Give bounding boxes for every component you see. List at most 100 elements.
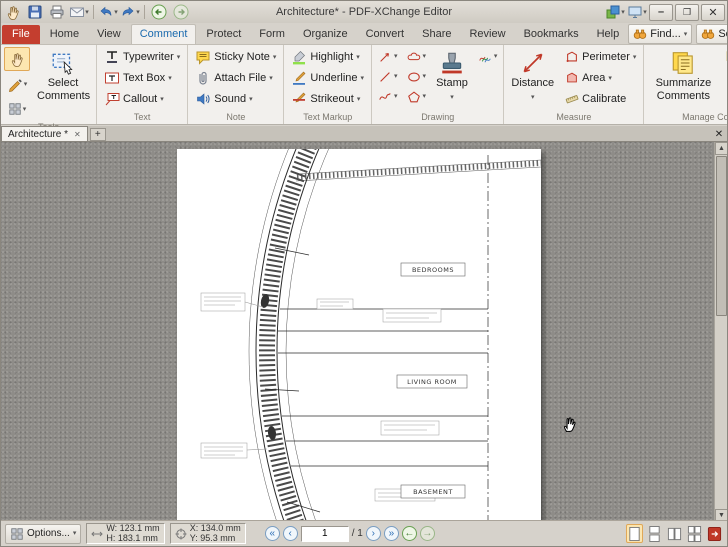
full-screen-button[interactable] [706, 524, 723, 543]
history-forward-button[interactable] [419, 526, 435, 541]
maximize-button[interactable] [675, 3, 699, 21]
dropdown-arrow-icon[interactable] [684, 31, 688, 38]
dropdown-arrow-icon[interactable] [394, 93, 398, 100]
next-page-button[interactable] [365, 526, 381, 541]
tab-share[interactable]: Share [414, 25, 459, 44]
scrollbar-thumb[interactable] [716, 156, 727, 316]
highlight-button[interactable]: Highlight [287, 47, 368, 67]
tab-review[interactable]: Review [461, 25, 513, 44]
stamp-button[interactable]: Stamp [432, 47, 472, 105]
dropdown-arrow-icon[interactable] [168, 75, 172, 82]
dropdown-arrow-icon[interactable] [531, 94, 535, 101]
dropdown-arrow-icon[interactable] [357, 96, 361, 103]
document-canvas[interactable]: BEDROOMS LIVING ROOM BASEMENT [1, 142, 727, 522]
callout-button[interactable]: Callout [100, 89, 184, 109]
tab-comment[interactable]: Comment [130, 24, 197, 44]
options-button[interactable]: Options... [5, 523, 82, 544]
dropdown-arrow-icon[interactable] [423, 93, 427, 100]
print-icon[interactable] [47, 3, 67, 21]
oval-shape-button[interactable] [404, 67, 430, 86]
underline-button[interactable]: Underline [287, 68, 368, 88]
calibrate-button[interactable]: Calibrate [561, 89, 640, 109]
polygon-shape-button[interactable] [404, 87, 430, 106]
nav-back-icon[interactable] [149, 3, 169, 21]
scribble-shape-button[interactable] [375, 87, 401, 106]
vertical-scrollbar[interactable] [714, 142, 727, 522]
dropdown-arrow-icon[interactable] [177, 54, 181, 61]
continuous-view-button[interactable] [646, 524, 663, 543]
attach-file-button[interactable]: Attach File [191, 68, 280, 88]
tab-form[interactable]: Form [251, 25, 293, 44]
ui-layout-icon[interactable] [605, 3, 625, 21]
find-button[interactable]: Find... [628, 24, 693, 44]
dropdown-arrow-icon[interactable] [643, 9, 647, 16]
dropdown-arrow-icon[interactable] [450, 94, 454, 101]
copy-comments-button[interactable] [722, 47, 727, 67]
email-icon[interactable] [69, 3, 89, 21]
dropdown-arrow-icon[interactable] [608, 75, 612, 82]
sticky-note-button[interactable]: Sticky Note [191, 47, 280, 67]
strikeout-button[interactable]: Strikeout [287, 89, 368, 109]
dropdown-arrow-icon[interactable] [160, 96, 164, 103]
document-tab[interactable]: Architecture * [1, 126, 88, 141]
dropdown-arrow-icon[interactable] [494, 53, 498, 60]
tab-bookmarks[interactable]: Bookmarks [516, 25, 587, 44]
monitor-icon[interactable] [627, 3, 647, 21]
sound-button[interactable]: Sound [191, 89, 280, 109]
dropdown-arrow-icon[interactable] [73, 530, 77, 537]
typewriter-button[interactable]: Typewriter [100, 47, 184, 67]
more-tools-button[interactable] [4, 97, 30, 121]
dropdown-arrow-icon[interactable] [621, 9, 625, 16]
dropdown-arrow-icon[interactable] [85, 9, 89, 16]
pdf-page[interactable]: BEDROOMS LIVING ROOM BASEMENT [177, 149, 541, 522]
tab-view[interactable]: View [89, 25, 129, 44]
stylus-tool-button[interactable] [4, 72, 30, 96]
tab-home[interactable]: Home [42, 25, 87, 44]
dropdown-arrow-icon[interactable] [249, 96, 253, 103]
search-button[interactable]: Search... [696, 24, 727, 44]
dropdown-arrow-icon[interactable] [394, 73, 398, 80]
redo-icon[interactable] [120, 3, 140, 21]
dropdown-arrow-icon[interactable] [423, 73, 427, 80]
cloud-shape-button[interactable] [404, 47, 430, 66]
dropdown-arrow-icon[interactable] [23, 106, 27, 113]
tab-help[interactable]: Help [589, 25, 628, 44]
tab-file[interactable]: File [2, 25, 40, 44]
page-number-input[interactable] [300, 525, 349, 542]
perimeter-button[interactable]: Perimeter [561, 47, 640, 67]
arrow-shape-button[interactable] [375, 47, 401, 66]
area-button[interactable]: Area [561, 68, 640, 88]
dropdown-arrow-icon[interactable] [361, 75, 365, 82]
dropdown-arrow-icon[interactable] [394, 53, 398, 60]
save-icon[interactable] [25, 3, 45, 21]
undo-icon[interactable] [98, 3, 118, 21]
single-page-view-button[interactable] [626, 524, 643, 543]
dropdown-arrow-icon[interactable] [269, 75, 273, 82]
dropdown-arrow-icon[interactable] [633, 54, 637, 61]
line-shape-button[interactable] [375, 67, 401, 86]
pencil-tool-button[interactable] [475, 47, 501, 66]
previous-page-button[interactable] [282, 526, 298, 541]
close-document-tab-icon[interactable] [74, 129, 81, 140]
dropdown-arrow-icon[interactable] [273, 54, 277, 61]
new-document-tab-button[interactable] [89, 128, 106, 141]
tab-convert[interactable]: Convert [358, 25, 413, 44]
minimize-button[interactable] [649, 3, 673, 21]
select-comments-button[interactable]: Select Comments [33, 47, 93, 105]
two-page-continuous-view-button[interactable] [686, 524, 703, 543]
hand-tool-button[interactable] [4, 47, 30, 71]
last-page-button[interactable] [383, 526, 399, 541]
close-button[interactable] [701, 3, 725, 21]
hand-tool-icon[interactable] [3, 3, 23, 21]
dropdown-arrow-icon[interactable] [114, 9, 118, 16]
import-comments-button[interactable] [722, 68, 727, 88]
tab-protect[interactable]: Protect [198, 25, 249, 44]
history-back-button[interactable] [401, 526, 417, 541]
distance-button[interactable]: Distance [507, 47, 558, 105]
close-document-button[interactable] [711, 127, 727, 141]
text-box-button[interactable]: Text Box [100, 68, 184, 88]
dropdown-arrow-icon[interactable] [24, 81, 28, 88]
two-page-view-button[interactable] [666, 524, 683, 543]
dropdown-arrow-icon[interactable] [423, 53, 427, 60]
first-page-button[interactable] [264, 526, 280, 541]
